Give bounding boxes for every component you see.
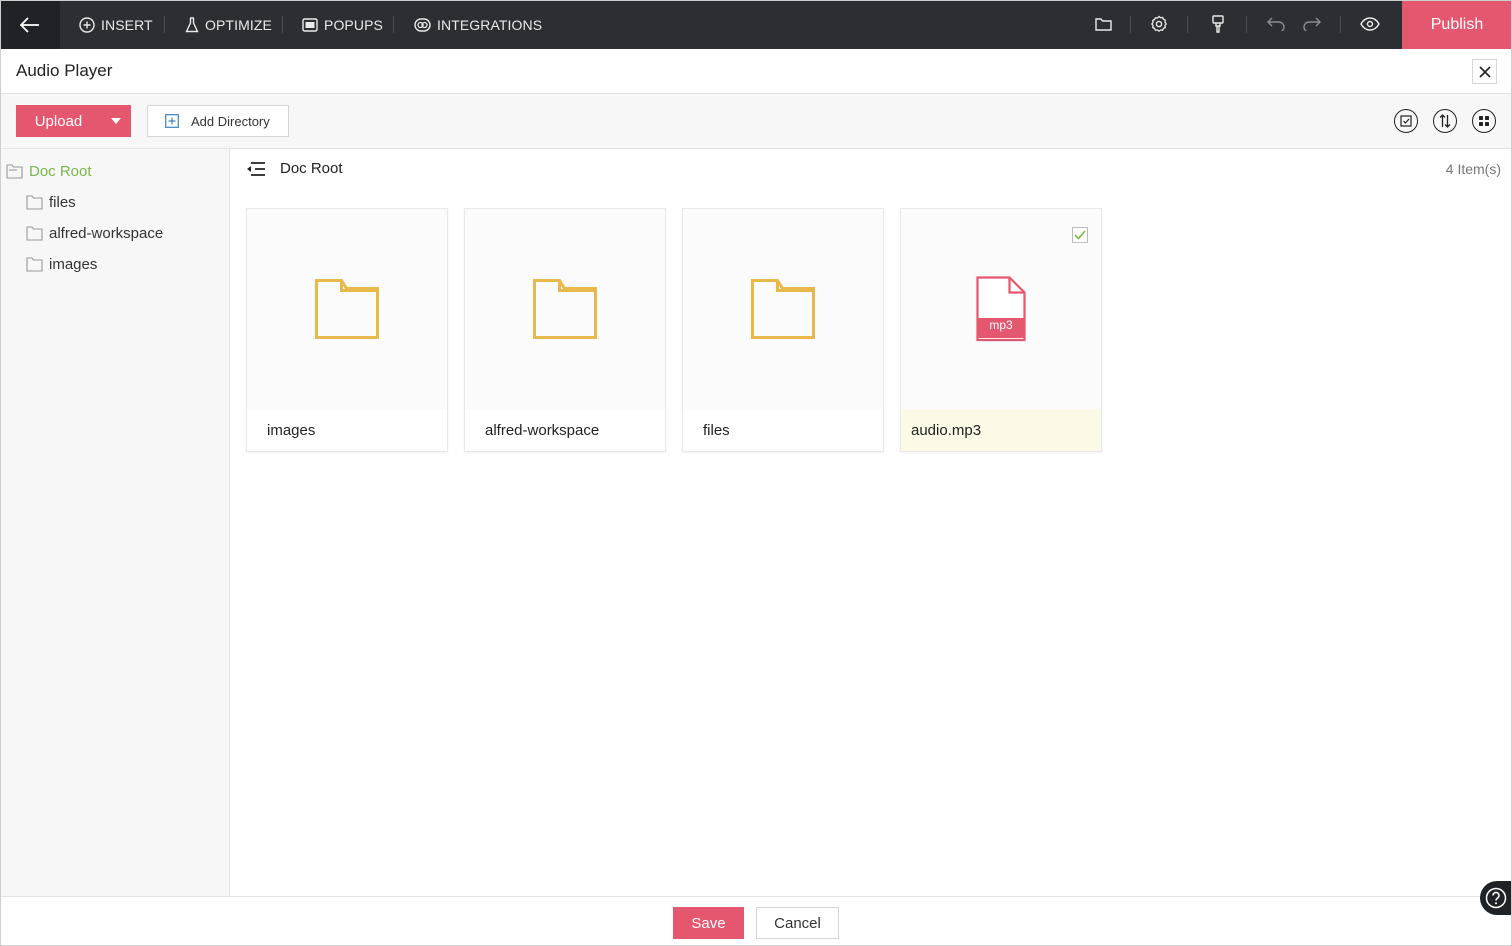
mp3-file-icon: [976, 276, 1026, 342]
select-all-button[interactable]: [1394, 109, 1418, 133]
brush-button[interactable]: [1206, 12, 1230, 36]
nav-integrations[interactable]: INTEGRATIONS: [414, 0, 542, 49]
help-button[interactable]: [1480, 881, 1512, 915]
file-card-files[interactable]: files: [682, 208, 884, 452]
toolbar-divider: [1130, 16, 1131, 33]
folder-open-icon: [6, 164, 23, 179]
close-icon: [1478, 65, 1491, 78]
add-directory-button[interactable]: Add Directory: [147, 105, 289, 137]
question-circle-icon: [1485, 887, 1507, 909]
undo-button[interactable]: [1264, 12, 1288, 36]
save-button[interactable]: Save: [673, 907, 744, 939]
undo-icon: [1267, 17, 1285, 31]
nav-divider: [393, 16, 394, 33]
file-card-alfred-workspace[interactable]: alfred-workspace: [464, 208, 666, 452]
add-directory-label: Add Directory: [191, 113, 270, 129]
folder-icon: [315, 279, 379, 339]
publish-button[interactable]: Publish: [1402, 0, 1512, 49]
nav-integrations-label: INTEGRATIONS: [437, 16, 543, 33]
card-thumbnail: [901, 209, 1101, 409]
top-navigation-bar: INSERT OPTIMIZE POPUPS INTEGRATIONS Publ…: [0, 0, 1512, 49]
card-thumbnail: [683, 209, 883, 409]
cancel-button[interactable]: Cancel: [756, 907, 839, 939]
nav-divider: [282, 16, 283, 33]
card-thumbnail: [247, 209, 447, 409]
tree-item-label: alfred-workspace: [49, 225, 164, 242]
integrations-icon: [414, 17, 431, 32]
nav-popups-label: POPUPS: [324, 16, 383, 33]
toolbar-divider: [1340, 16, 1341, 33]
folder-button[interactable]: [1091, 12, 1115, 36]
tree-item-label: files: [49, 194, 76, 211]
item-count: 4 Item(s): [1445, 161, 1501, 177]
redo-button[interactable]: [1300, 12, 1324, 36]
grid-view-button[interactable]: [1472, 109, 1496, 133]
sort-button[interactable]: [1433, 109, 1457, 133]
redo-icon: [1303, 17, 1321, 31]
upload-options-dropdown[interactable]: [101, 105, 131, 137]
folder-icon: [533, 279, 597, 339]
upload-button[interactable]: Upload: [16, 105, 101, 137]
dialog-title: Audio Player: [16, 61, 113, 80]
card-name: files: [703, 422, 730, 439]
caret-down-icon: [111, 118, 121, 124]
tree-item-images[interactable]: images: [26, 256, 97, 273]
gear-icon: [1150, 15, 1168, 33]
card-thumbnail: [465, 209, 665, 409]
preview-button[interactable]: [1358, 12, 1382, 36]
nav-divider: [164, 16, 165, 33]
toolbar-divider: [1187, 16, 1188, 33]
tree-item-label: images: [49, 256, 98, 273]
card-name: alfred-workspace: [485, 422, 600, 439]
tree-item-alfred-workspace[interactable]: alfred-workspace: [26, 225, 163, 242]
tree-item-files[interactable]: files: [26, 194, 76, 211]
nav-popups[interactable]: POPUPS: [302, 0, 383, 49]
toolbar-divider: [1246, 16, 1247, 33]
collapse-menu-icon: [247, 162, 265, 176]
current-folder-title: Doc Root: [280, 160, 343, 177]
tree-root-label: Doc Root: [29, 163, 92, 180]
popup-window-icon: [302, 17, 318, 32]
folder-icon: [26, 195, 43, 210]
eye-icon: [1360, 17, 1380, 31]
nav-insert-label: INSERT: [101, 16, 153, 33]
nav-insert[interactable]: INSERT: [79, 0, 153, 49]
folder-icon: [26, 226, 43, 241]
checkmark-icon: [1074, 230, 1086, 240]
plus-circle-icon: [79, 16, 95, 33]
selection-checkbox[interactable]: [1072, 227, 1088, 243]
sort-arrows-icon: [1439, 114, 1451, 128]
folder-icon: [26, 257, 43, 272]
nav-optimize-label: OPTIMIZE: [205, 16, 272, 33]
back-button[interactable]: [0, 0, 60, 49]
arrow-left-icon: [20, 16, 39, 33]
file-card-images[interactable]: images: [246, 208, 448, 452]
card-name: audio.mp3: [911, 422, 982, 439]
file-card-audio-mp3[interactable]: mp3 audio.mp3: [900, 208, 1102, 452]
grid-icon: [1479, 116, 1489, 126]
file-extension-label: mp3: [989, 318, 1013, 332]
dialog-header: Audio Player: [0, 49, 1512, 94]
settings-button[interactable]: [1147, 12, 1171, 36]
paint-brush-icon: [1212, 15, 1224, 33]
close-dialog-button[interactable]: [1472, 59, 1497, 84]
toggle-sidebar-button[interactable]: [246, 162, 266, 178]
flask-icon: [185, 16, 199, 32]
select-check-icon: [1400, 115, 1412, 127]
nav-optimize[interactable]: OPTIMIZE: [185, 0, 272, 49]
folder-icon: [751, 279, 815, 339]
add-folder-icon: [165, 114, 179, 128]
folder-icon: [1094, 18, 1112, 31]
tree-item-doc-root[interactable]: Doc Root: [6, 163, 92, 180]
card-name: images: [267, 422, 316, 439]
